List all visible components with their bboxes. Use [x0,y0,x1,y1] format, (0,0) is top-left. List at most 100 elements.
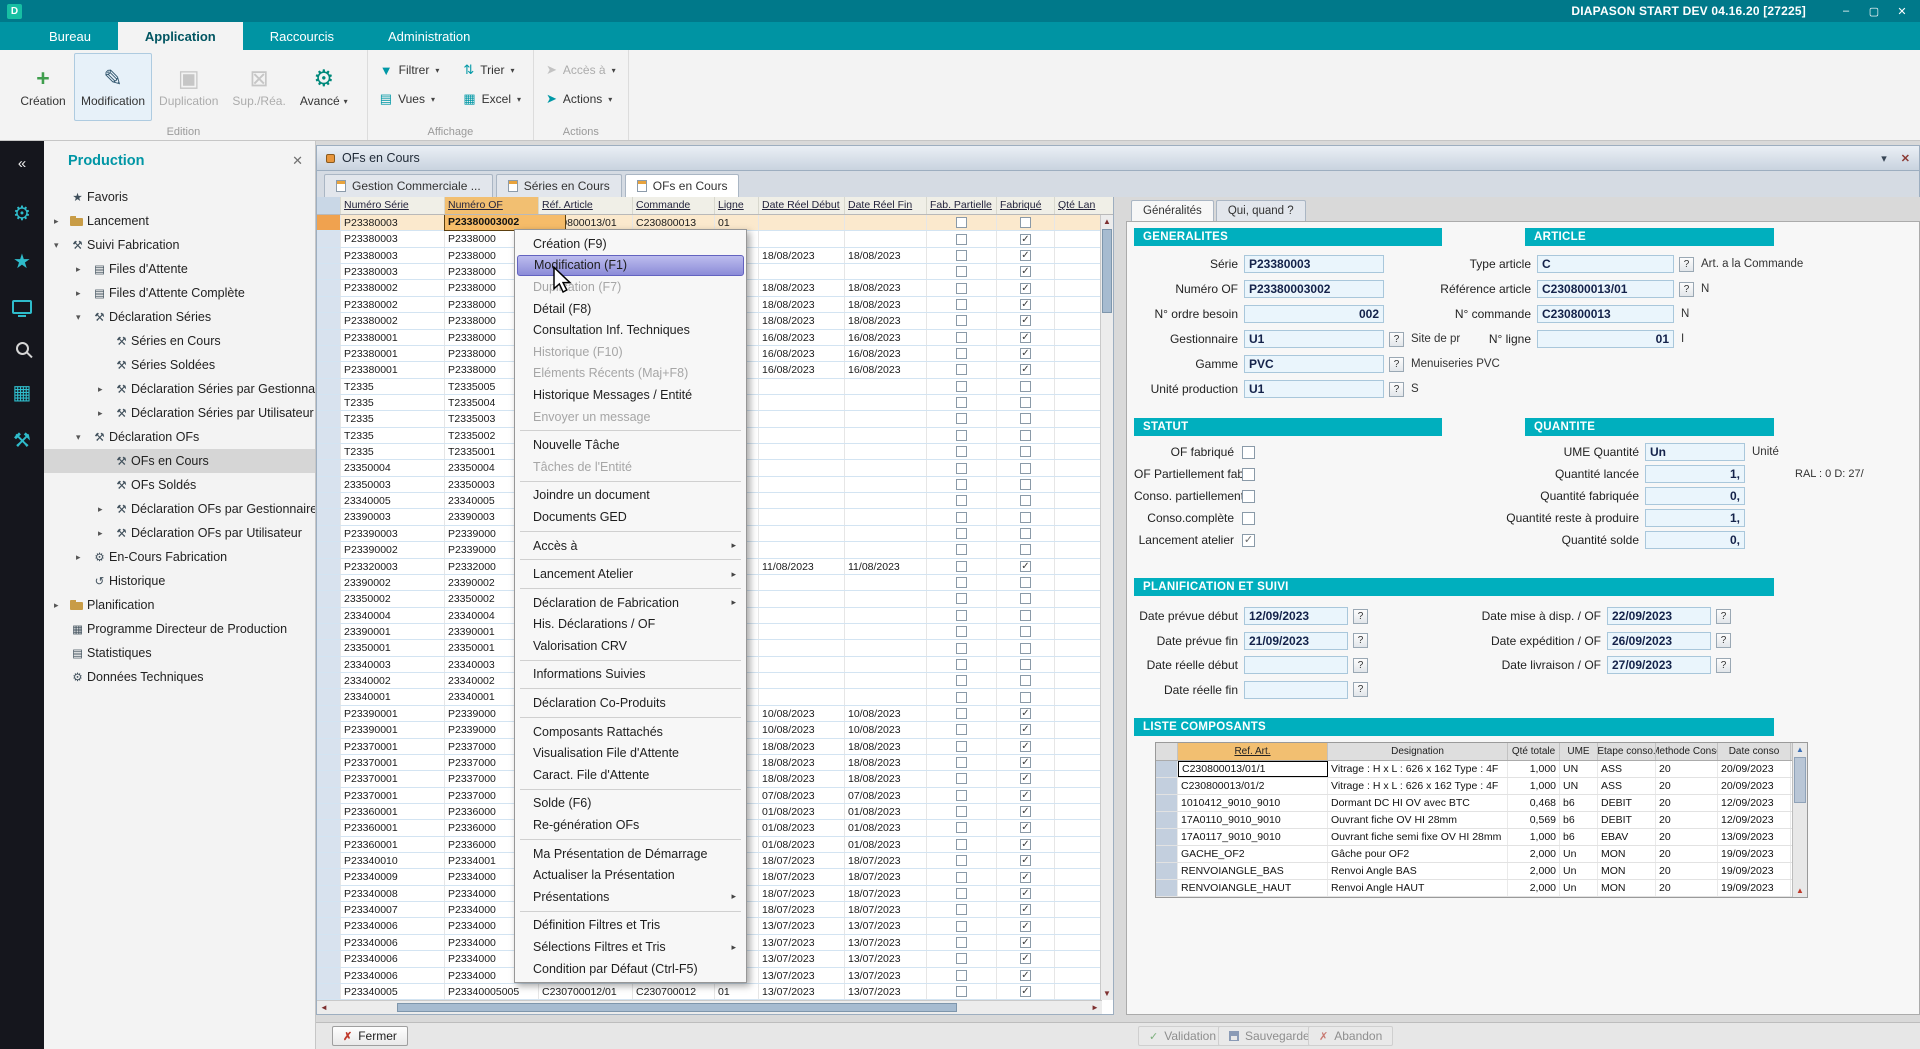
table-cell[interactable]: 12/09/2023 [1718,812,1791,828]
row-selector-cell[interactable] [317,460,341,475]
checkbox-unchecked[interactable] [956,266,967,277]
row-selector-cell[interactable] [1156,880,1178,896]
grid-cell[interactable]: P23370001 [341,755,445,770]
grid-cell[interactable]: 23350004 [341,460,445,475]
grid-cell[interactable] [927,231,997,246]
checkbox-unchecked[interactable] [1020,463,1031,474]
grid-horizontal-scrollbar[interactable]: ◄ ► [317,1000,1102,1014]
grid-cell[interactable] [997,689,1055,704]
tab-gestion-commerciale[interactable]: Gestion Commerciale ... [324,174,493,197]
checkbox-unchecked[interactable] [956,315,967,326]
grid-cell[interactable]: P23360001 [341,837,445,852]
chevron-down-icon[interactable]: ▾ [76,312,90,323]
checkbox-unchecked[interactable] [956,446,967,457]
table-cell[interactable]: Gâche pour OF2 [1328,846,1508,862]
chevron-right-icon[interactable]: ▸ [98,528,112,539]
table-row[interactable]: 17A0117_9010_9010Ouvrant fiche semi fixe… [1156,829,1807,846]
grid-cell[interactable] [1055,575,1102,590]
table-icon[interactable]: ▦ [13,383,32,403]
field-input[interactable] [1244,656,1348,674]
grid-cell[interactable] [845,624,927,639]
checkbox-unchecked[interactable] [1020,512,1031,523]
chevron-down-icon[interactable]: ▾ [54,240,68,251]
checkbox-unchecked[interactable] [1020,495,1031,506]
grid-cell[interactable]: P23340005 [341,984,445,999]
grid-cell[interactable]: 10/08/2023 [759,722,845,737]
grid-cell[interactable] [927,297,997,312]
grid-cell[interactable] [845,379,927,394]
sidebar-item[interactable]: ▸⚙En-Cours Fabrication [44,545,315,569]
field-input[interactable]: U1 [1244,380,1384,398]
grid-cell[interactable] [927,673,997,688]
field-input[interactable]: P23380003002 [1244,280,1384,298]
grid-cell[interactable]: P23380001 [341,362,445,377]
grid-cell[interactable] [759,395,845,410]
grid-cell[interactable]: ✓ [997,248,1055,263]
table-cell[interactable]: DEBIT [1598,812,1656,828]
field-input[interactable]: 27/09/2023 [1607,656,1711,674]
sidebar-item[interactable]: ▸▤Files d'Attente [44,257,315,281]
grid-cell[interactable] [927,722,997,737]
sidebar-item[interactable]: ▸⚒Déclaration OFs par Gestionnaire [44,497,315,521]
context-menu-item[interactable]: Lancement Atelier▸ [517,563,744,585]
field-input[interactable]: 21/09/2023 [1244,632,1348,650]
scroll-down-icon[interactable]: ▲ [1793,884,1807,897]
table-cell[interactable]: b6 [1560,829,1598,845]
grid-cell[interactable]: P23340010 [341,853,445,868]
grid-cell[interactable] [1055,657,1102,672]
grid-cell[interactable]: C230700012/01 [539,984,633,999]
minimize-icon[interactable]: – [1832,2,1860,20]
grid-cell[interactable] [927,640,997,655]
grid-cell[interactable] [927,624,997,639]
grid-cell[interactable]: P23390001 [341,706,445,721]
checkbox-unchecked[interactable] [1020,610,1031,621]
maximize-icon[interactable]: ▢ [1860,2,1888,20]
context-menu-item[interactable]: Déclaration de Fabrication▸ [517,592,744,614]
grid-cell[interactable]: ✓ [997,853,1055,868]
grid-cell[interactable] [845,657,927,672]
table-cell[interactable]: Renvoi Angle HAUT [1328,880,1508,896]
table-cell[interactable]: 2,000 [1508,863,1560,879]
grid-cell[interactable] [1055,886,1102,901]
checkbox-checked[interactable]: ✓ [1020,888,1031,899]
row-selector-cell[interactable] [317,886,341,901]
grid-cell[interactable] [1055,804,1102,819]
grid-cell[interactable] [1055,869,1102,884]
row-selector-cell[interactable] [317,542,341,557]
grid-cell[interactable]: 18/08/2023 [845,297,927,312]
creation-button[interactable]: + Création [12,53,74,121]
row-selector-cell[interactable] [317,575,341,590]
checkbox-unchecked[interactable] [956,561,967,572]
field-input[interactable]: C [1537,255,1674,273]
menu-tab-application[interactable]: Application [118,22,243,50]
table-cell[interactable]: UN [1560,761,1598,777]
context-menu-item[interactable]: Solde (F6) [517,793,744,815]
row-selector-cell[interactable] [317,689,341,704]
grid-cell[interactable]: P23360001 [341,820,445,835]
column-header[interactable]: Ligne [715,197,759,214]
grid-cell[interactable]: T2335 [341,411,445,426]
help-button[interactable]: ? [1679,257,1694,272]
grid-cell[interactable] [845,411,927,426]
table-cell[interactable]: ASS [1598,778,1656,794]
column-header[interactable]: Fab. Partielle [927,197,997,214]
grid-cell[interactable] [1055,673,1102,688]
grid-cell[interactable] [927,542,997,557]
grid-cell[interactable]: P23380003 [341,231,445,246]
checkbox-unchecked[interactable] [956,643,967,654]
grid-cell[interactable]: T2335 [341,395,445,410]
sidebar-item[interactable]: ⚒OFs Soldés [44,473,315,497]
excel-button[interactable]: ▦ Excel ▾ [463,91,521,107]
grid-cell[interactable]: 23350001 [341,640,445,655]
sidebar-item[interactable]: ⚒Séries Soldées [44,353,315,377]
grid-cell[interactable]: P23390002 [341,542,445,557]
close-icon[interactable]: ✕ [1888,2,1916,20]
context-menu-item[interactable]: Ma Présentation de Démarrage [517,843,744,865]
table-cell[interactable]: ASS [1598,761,1656,777]
row-selector-cell[interactable] [317,869,341,884]
grid-cell[interactable] [997,395,1055,410]
menu-tab-bureau[interactable]: Bureau [22,22,118,50]
table-cell[interactable]: RENVOIANGLE_BAS [1178,863,1328,879]
grid-cell[interactable] [1055,509,1102,524]
row-selector-cell[interactable] [317,788,341,803]
